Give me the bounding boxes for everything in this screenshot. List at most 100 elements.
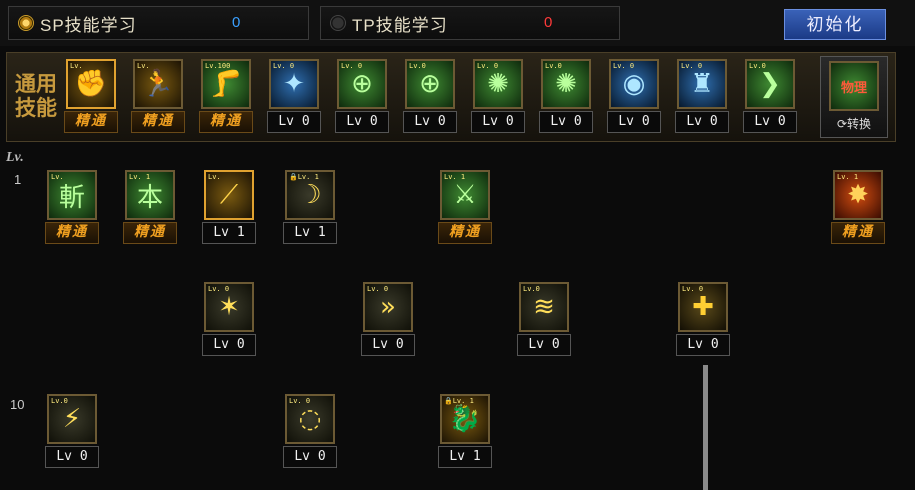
skill-level-label: Lv 0 xyxy=(676,334,730,356)
skill-level-label: Lv 0 xyxy=(267,111,321,133)
tree-10-skill[interactable]: ⚡ Lv.0 Lv 0 xyxy=(44,394,100,468)
dragon-icon[interactable]: 🐉 🔒Lv. 1 xyxy=(440,394,490,444)
skill-level-badge: Lv. 0 xyxy=(341,62,363,70)
common-10-skill[interactable]: ❯ Lv.0 Lv 0 xyxy=(742,59,798,133)
switch-label: ⟳转换 xyxy=(836,117,872,131)
radio-selected-icon[interactable] xyxy=(18,15,34,31)
skill-level-label: Lv 0 xyxy=(743,111,797,133)
common-8-skill[interactable]: ◉ Lv. 0 Lv 0 xyxy=(606,59,662,133)
blade-icon[interactable]: ⟋ Lv. xyxy=(204,170,254,220)
skill-level-label: Lv 1 xyxy=(283,222,337,244)
fighter-icon[interactable]: ✺ Lv. 0 xyxy=(473,59,523,109)
skill-level-badge: Lv. xyxy=(70,62,83,70)
fist-icon[interactable]: ✊ Lv. xyxy=(66,59,116,109)
reset-button[interactable]: 初始化 xyxy=(784,9,886,40)
mastery-label: 精通 xyxy=(438,222,492,244)
tree-1-skill[interactable]: 本 Lv. 1 精通 xyxy=(122,170,178,244)
ring-icon[interactable]: ◌ Lv. 0 xyxy=(285,394,335,444)
radio-unselected-icon[interactable] xyxy=(330,15,346,31)
mastery-label: 精通 xyxy=(831,222,885,244)
skill-level-label: Lv 0 xyxy=(335,111,389,133)
mastery-label: 精通 xyxy=(199,111,253,133)
shield-icon[interactable]: ✚ Lv. 0 xyxy=(678,282,728,332)
skill-level-badge: Lv. xyxy=(51,173,64,181)
skill-level-label: Lv 0 xyxy=(471,111,525,133)
tree-8-skill[interactable]: ≋ Lv.0 Lv 0 xyxy=(516,282,572,356)
skill-level-badge: Lv. 0 xyxy=(273,62,295,70)
switch-button[interactable]: 物理 ⟳转换 xyxy=(820,56,888,138)
skill-level-badge: Lv.100 xyxy=(205,62,231,70)
tree-7-skill[interactable]: » Lv. 0 Lv 0 xyxy=(360,282,416,356)
skill-level-badge: Lv.0 xyxy=(545,62,562,70)
common-5-skill[interactable]: ⊕ Lv.0 Lv 0 xyxy=(402,59,458,133)
skill-level-badge: Lv.0 xyxy=(51,397,68,405)
common-2-skill[interactable]: 🦵 Lv.100 精通 xyxy=(198,59,254,133)
common-6-skill[interactable]: ✺ Lv. 0 Lv 0 xyxy=(470,59,526,133)
body-icon[interactable]: ♜ Lv. 0 xyxy=(677,59,727,109)
skill-level-badge: Lv.0 xyxy=(749,62,766,70)
tab-sp-label: SP技能学习 xyxy=(40,15,137,35)
common-skills-label: 通用技能 xyxy=(15,72,57,120)
wave-icon[interactable]: ≋ Lv.0 xyxy=(519,282,569,332)
skill-level-label: Lv 0 xyxy=(361,334,415,356)
level-column-header: Lv. xyxy=(6,150,24,165)
skill-level-label: Lv 0 xyxy=(45,446,99,468)
skill-level-badge: 🔒Lv. 1 xyxy=(444,397,474,405)
flame-icon[interactable]: ✸ Lv. 1 xyxy=(833,170,883,220)
skill-level-badge: Lv. 0 xyxy=(681,62,703,70)
burst-icon[interactable]: ✶ Lv. 0 xyxy=(204,282,254,332)
target-icon[interactable]: ⊕ Lv. 0 xyxy=(337,59,387,109)
mastery-label: 精通 xyxy=(45,222,99,244)
tree-9-skill[interactable]: ✚ Lv. 0 Lv 0 xyxy=(675,282,731,356)
skill-level-badge: Lv. 1 xyxy=(444,173,466,181)
skill-level-badge: Lv.0 xyxy=(409,62,426,70)
tree-6-skill[interactable]: ✶ Lv. 0 Lv 0 xyxy=(201,282,257,356)
tab-sp-label-wrap[interactable]: SP技能学习 xyxy=(18,8,137,38)
kick-icon[interactable]: 🦵 Lv.100 xyxy=(201,59,251,109)
tree-3-skill[interactable]: ☽ 🔒Lv. 1 Lv 1 xyxy=(282,170,338,244)
skill-connector-line xyxy=(703,365,708,490)
tree-0-skill[interactable]: 斬 Lv. 精通 xyxy=(44,170,100,244)
skill-level-badge: Lv. 0 xyxy=(613,62,635,70)
common-0-skill[interactable]: ✊ Lv. 精通 xyxy=(63,59,119,133)
physical-switch-icon: 物理 xyxy=(829,61,879,111)
skill-level-badge: 🔒Lv. 1 xyxy=(289,173,319,181)
wings-icon[interactable]: ✦ Lv. 0 xyxy=(269,59,319,109)
lightning-icon[interactable]: ⚡ Lv.0 xyxy=(47,394,97,444)
skill-level-badge: Lv. 0 xyxy=(367,285,389,293)
skill-level-label: Lv 0 xyxy=(675,111,729,133)
common-1-skill[interactable]: 🏃 Lv. 精通 xyxy=(130,59,186,133)
eye-icon[interactable]: ◉ Lv. 0 xyxy=(609,59,659,109)
common-7-skill[interactable]: ✺ Lv.0 Lv 0 xyxy=(538,59,594,133)
tree-11-skill[interactable]: ◌ Lv. 0 Lv 0 xyxy=(282,394,338,468)
skill-level-badge: Lv. 0 xyxy=(682,285,704,293)
common-9-skill[interactable]: ♜ Lv. 0 Lv 0 xyxy=(674,59,730,133)
target-icon[interactable]: ⊕ Lv.0 xyxy=(405,59,455,109)
mastery-label: 精通 xyxy=(64,111,118,133)
kick-icon[interactable]: ❯ Lv.0 xyxy=(745,59,795,109)
mastery-label: 精通 xyxy=(131,111,185,133)
common-3-skill[interactable]: ✦ Lv. 0 Lv 0 xyxy=(266,59,322,133)
skill-level-label: Lv 0 xyxy=(202,334,256,356)
slash-icon[interactable]: 斬 Lv. xyxy=(47,170,97,220)
skill-level-label: Lv 0 xyxy=(539,111,593,133)
skill-level-badge: Lv. xyxy=(208,173,221,181)
tab-tp-label: TP技能学习 xyxy=(352,15,448,35)
skill-level-label: Lv 0 xyxy=(403,111,457,133)
skill-level-label: Lv 0 xyxy=(607,111,661,133)
row-level-10: 10 xyxy=(10,397,25,412)
tree-4-skill[interactable]: ⚔ Lv. 1 精通 xyxy=(437,170,493,244)
fighter-icon[interactable]: ✺ Lv.0 xyxy=(541,59,591,109)
tab-tp-label-wrap[interactable]: TP技能学习 xyxy=(330,8,448,38)
switch-icon-text: 物理 xyxy=(840,80,867,96)
common-4-skill[interactable]: ⊕ Lv. 0 Lv 0 xyxy=(334,59,390,133)
tree-2-skill[interactable]: ⟋ Lv. Lv 1 xyxy=(201,170,257,244)
crescent-icon[interactable]: ☽ 🔒Lv. 1 xyxy=(285,170,335,220)
tree-12-skill[interactable]: 🐉 🔒Lv. 1 Lv 1 xyxy=(437,394,493,468)
arrows-icon[interactable]: » Lv. 0 xyxy=(363,282,413,332)
runner-icon[interactable]: 🏃 Lv. xyxy=(133,59,183,109)
stance-icon[interactable]: ⚔ Lv. 1 xyxy=(440,170,490,220)
basic-icon[interactable]: 本 Lv. 1 xyxy=(125,170,175,220)
skill-level-label: Lv 1 xyxy=(438,446,492,468)
tree-5-skill[interactable]: ✸ Lv. 1 精通 xyxy=(830,170,886,244)
